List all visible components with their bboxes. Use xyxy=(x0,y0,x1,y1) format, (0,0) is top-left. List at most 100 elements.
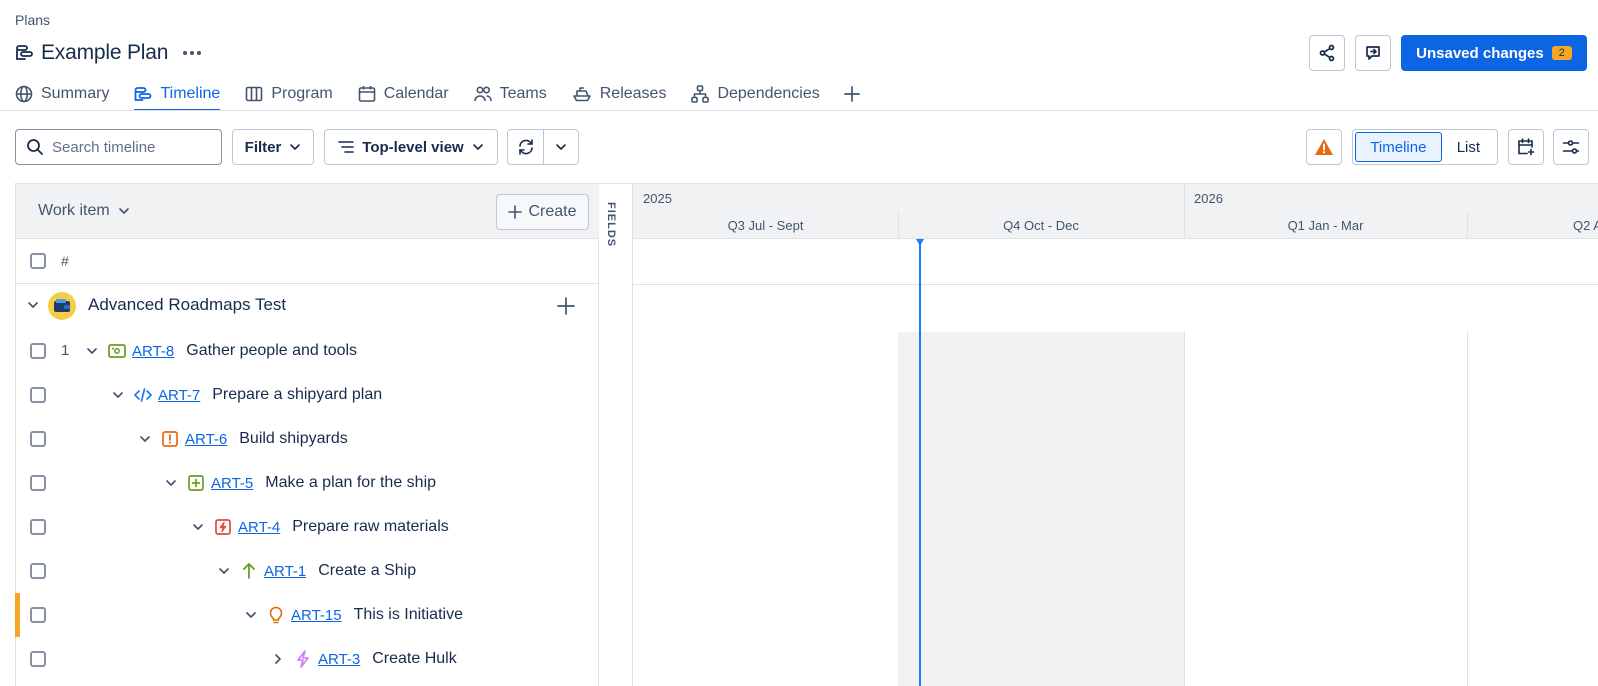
quarter-label: Q2 A xyxy=(1573,218,1598,233)
plan-tabs: Summary Timeline Program Calendar Teams … xyxy=(15,80,861,111)
issue-key-link[interactable]: ART-4 xyxy=(238,519,280,536)
chevron-down-icon[interactable] xyxy=(110,387,126,403)
issue-summary: Create a Ship xyxy=(318,562,417,579)
chevron-down-icon[interactable] xyxy=(137,431,153,447)
timeline-area[interactable]: 2025 2026 Q3 Jul - Sept Q4 Oct - Dec Q1 … xyxy=(633,183,1598,686)
row-checkbox[interactable] xyxy=(30,563,46,579)
collapse-group-icon[interactable] xyxy=(26,298,40,312)
plan-title-row: Example Plan xyxy=(15,38,204,68)
refresh-split-button xyxy=(507,129,579,165)
tab-dependencies[interactable]: Dependencies xyxy=(691,80,820,107)
tab-calendar[interactable]: Calendar xyxy=(358,80,449,107)
fields-label: FIELDS xyxy=(605,202,617,248)
epic-icon xyxy=(108,342,126,360)
tab-releases[interactable]: Releases xyxy=(572,80,666,107)
share-button[interactable] xyxy=(1309,35,1345,71)
export-button[interactable] xyxy=(1355,35,1391,71)
issue-summary: Prepare raw materials xyxy=(292,518,449,535)
add-tab-button[interactable] xyxy=(843,80,861,107)
flagged-indicator xyxy=(15,593,20,637)
breadcrumb[interactable]: Plans xyxy=(15,12,50,28)
timeline-row-divider xyxy=(633,284,1598,285)
people-icon xyxy=(473,85,492,101)
chevron-down-icon[interactable] xyxy=(216,563,232,579)
chevron-down-icon[interactable] xyxy=(84,343,100,359)
rank-column-label: # xyxy=(61,253,69,269)
filter-button[interactable]: Filter xyxy=(232,129,314,165)
table-row[interactable]: ART-15 This is Initiative xyxy=(15,593,599,637)
issue-key-link[interactable]: ART-15 xyxy=(291,607,342,624)
issue-key-link[interactable]: ART-3 xyxy=(318,651,360,668)
quarter-label: Q4 Oct - Dec xyxy=(1003,218,1079,233)
view-settings-button[interactable] xyxy=(1553,129,1589,165)
more-actions-icon[interactable] xyxy=(182,43,204,63)
quarter-label: Q1 Jan - Mar xyxy=(1287,218,1364,233)
chevron-right-icon[interactable] xyxy=(270,651,286,667)
create-button[interactable]: Create xyxy=(496,194,589,230)
refresh-options-button[interactable] xyxy=(544,130,578,164)
timeline-icon xyxy=(135,86,152,101)
lightbulb-icon xyxy=(267,606,285,624)
issue-key-link[interactable]: ART-6 xyxy=(185,431,227,448)
fields-toggle[interactable]: FIELDS xyxy=(599,183,633,686)
table-row[interactable]: ART-6 Build shipyards xyxy=(16,417,599,461)
unsaved-count-badge: 2 xyxy=(1551,46,1572,60)
issue-key-link[interactable]: ART-5 xyxy=(211,475,253,492)
work-item-column-selector[interactable]: Work item xyxy=(38,202,130,220)
plus-icon xyxy=(508,205,523,219)
table-row[interactable]: 1 ART-8 Gather people and tools xyxy=(16,329,599,373)
refresh-icon xyxy=(518,139,533,155)
view-selector-button[interactable]: Top-level view xyxy=(324,129,498,165)
refresh-button[interactable] xyxy=(508,130,544,164)
plus-icon xyxy=(843,85,860,102)
search-input[interactable] xyxy=(52,138,212,156)
timeline-mode-option[interactable]: Timeline xyxy=(1355,132,1442,162)
search-timeline-field[interactable] xyxy=(15,129,222,165)
project-avatar xyxy=(48,292,76,320)
chevron-down-icon[interactable] xyxy=(163,475,179,491)
today-marker-cap xyxy=(916,239,924,246)
chevron-down-icon xyxy=(118,208,129,214)
tab-timeline[interactable]: Timeline xyxy=(134,80,220,111)
row-checkbox[interactable] xyxy=(30,343,46,359)
work-items-header: Work item Create xyxy=(16,184,599,239)
table-row[interactable]: ART-4 Prepare raw materials xyxy=(16,505,599,549)
issue-key-link[interactable]: ART-1 xyxy=(264,563,306,580)
row-checkbox[interactable] xyxy=(30,519,46,535)
tab-summary[interactable]: Summary xyxy=(15,80,109,107)
tab-program[interactable]: Program xyxy=(245,80,333,107)
table-row[interactable]: ART-7 Prepare a shipyard plan xyxy=(16,373,599,417)
table-row[interactable]: ART-5 Make a plan for the ship xyxy=(16,461,599,505)
row-checkbox[interactable] xyxy=(30,431,46,447)
row-checkbox[interactable] xyxy=(30,475,46,491)
warning-icon xyxy=(1315,139,1333,155)
chevron-down-icon xyxy=(290,144,301,150)
issue-summary: Build shipyards xyxy=(239,430,348,447)
list-mode-option[interactable]: List xyxy=(1442,132,1495,162)
board-icon xyxy=(246,86,263,101)
issue-key-link[interactable]: ART-7 xyxy=(158,387,200,404)
row-checkbox[interactable] xyxy=(30,387,46,403)
calendar-add-icon xyxy=(1518,138,1535,156)
page-title: Example Plan xyxy=(41,41,169,64)
select-all-checkbox[interactable] xyxy=(30,253,46,269)
unsaved-changes-button[interactable]: Unsaved changes 2 xyxy=(1401,35,1587,71)
warnings-button[interactable] xyxy=(1306,129,1342,165)
table-row[interactable]: ART-1 Create a Ship xyxy=(16,549,599,593)
row-checkbox[interactable] xyxy=(30,607,46,623)
issue-summary: Gather people and tools xyxy=(186,342,358,359)
tab-teams[interactable]: Teams xyxy=(473,80,547,107)
row-checkbox[interactable] xyxy=(30,651,46,667)
add-dates-button[interactable] xyxy=(1508,129,1544,165)
view-list-icon xyxy=(338,141,355,153)
table-row[interactable]: ART-3 Create Hulk xyxy=(16,637,599,681)
settings-sliders-icon xyxy=(1562,140,1580,154)
add-to-group-button[interactable] xyxy=(556,296,576,316)
view-mode-toggle: Timeline List xyxy=(1352,129,1498,165)
code-icon xyxy=(134,386,152,404)
issue-key-link[interactable]: ART-8 xyxy=(132,343,174,360)
chevron-down-icon[interactable] xyxy=(243,607,259,623)
chevron-down-icon[interactable] xyxy=(190,519,206,535)
year-label: 2025 xyxy=(643,191,672,206)
chevron-down-icon xyxy=(472,144,483,150)
